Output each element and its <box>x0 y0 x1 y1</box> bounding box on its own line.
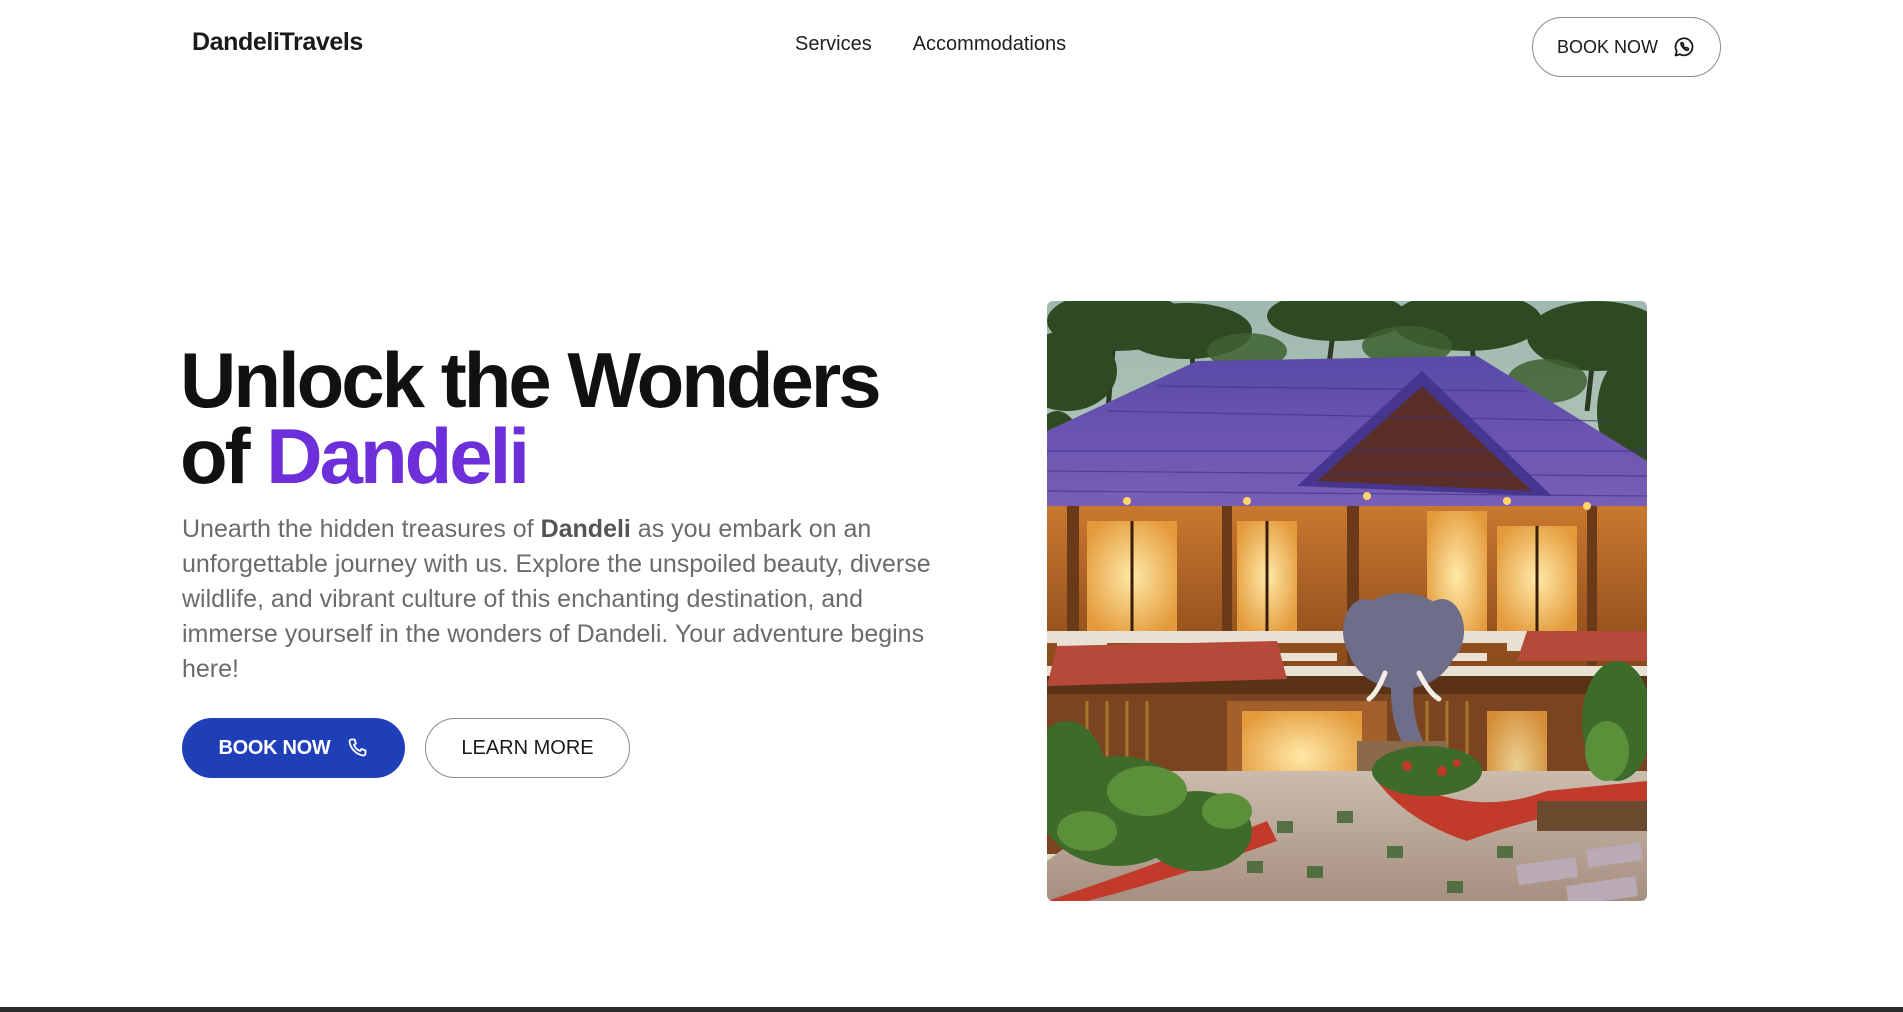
hero-desc-before: Unearth the hidden treasures of <box>182 515 541 543</box>
phone-icon <box>345 736 369 760</box>
header-book-now-button[interactable]: BOOK NOW <box>1532 17 1721 77</box>
hero-book-now-button[interactable]: BOOK NOW <box>182 718 405 778</box>
hero-book-now-label: BOOK NOW <box>218 736 331 759</box>
main-nav: Services Accommodations <box>795 33 1066 56</box>
hero-title-of: of <box>180 412 251 500</box>
resort-photo <box>1047 301 1647 901</box>
hero-desc-bold: Dandeli <box>540 515 631 543</box>
nav-item-accommodations[interactable]: Accommodations <box>913 33 1066 56</box>
brand-logo[interactable]: DandeliTravels <box>192 28 363 57</box>
learn-more-button[interactable]: LEARN MORE <box>425 718 630 778</box>
hero-title-line1: Unlock the Wonders <box>180 336 882 424</box>
site-header: DandeliTravels Services Accommodations B… <box>0 0 1903 92</box>
header-book-now-label: BOOK NOW <box>1556 36 1658 57</box>
landing-page: DandeliTravels Services Accommodations B… <box>0 0 1903 1012</box>
nav-item-services[interactable]: Services <box>795 33 872 56</box>
bottom-divider <box>0 1007 1903 1012</box>
whatsapp-icon <box>1672 35 1696 59</box>
hero-title: Unlock the Wonders of Dandeli <box>180 341 882 495</box>
hero-title-accent: Dandeli <box>266 412 530 500</box>
hero-description: Unearth the hidden treasures of Dandeli … <box>182 512 952 687</box>
